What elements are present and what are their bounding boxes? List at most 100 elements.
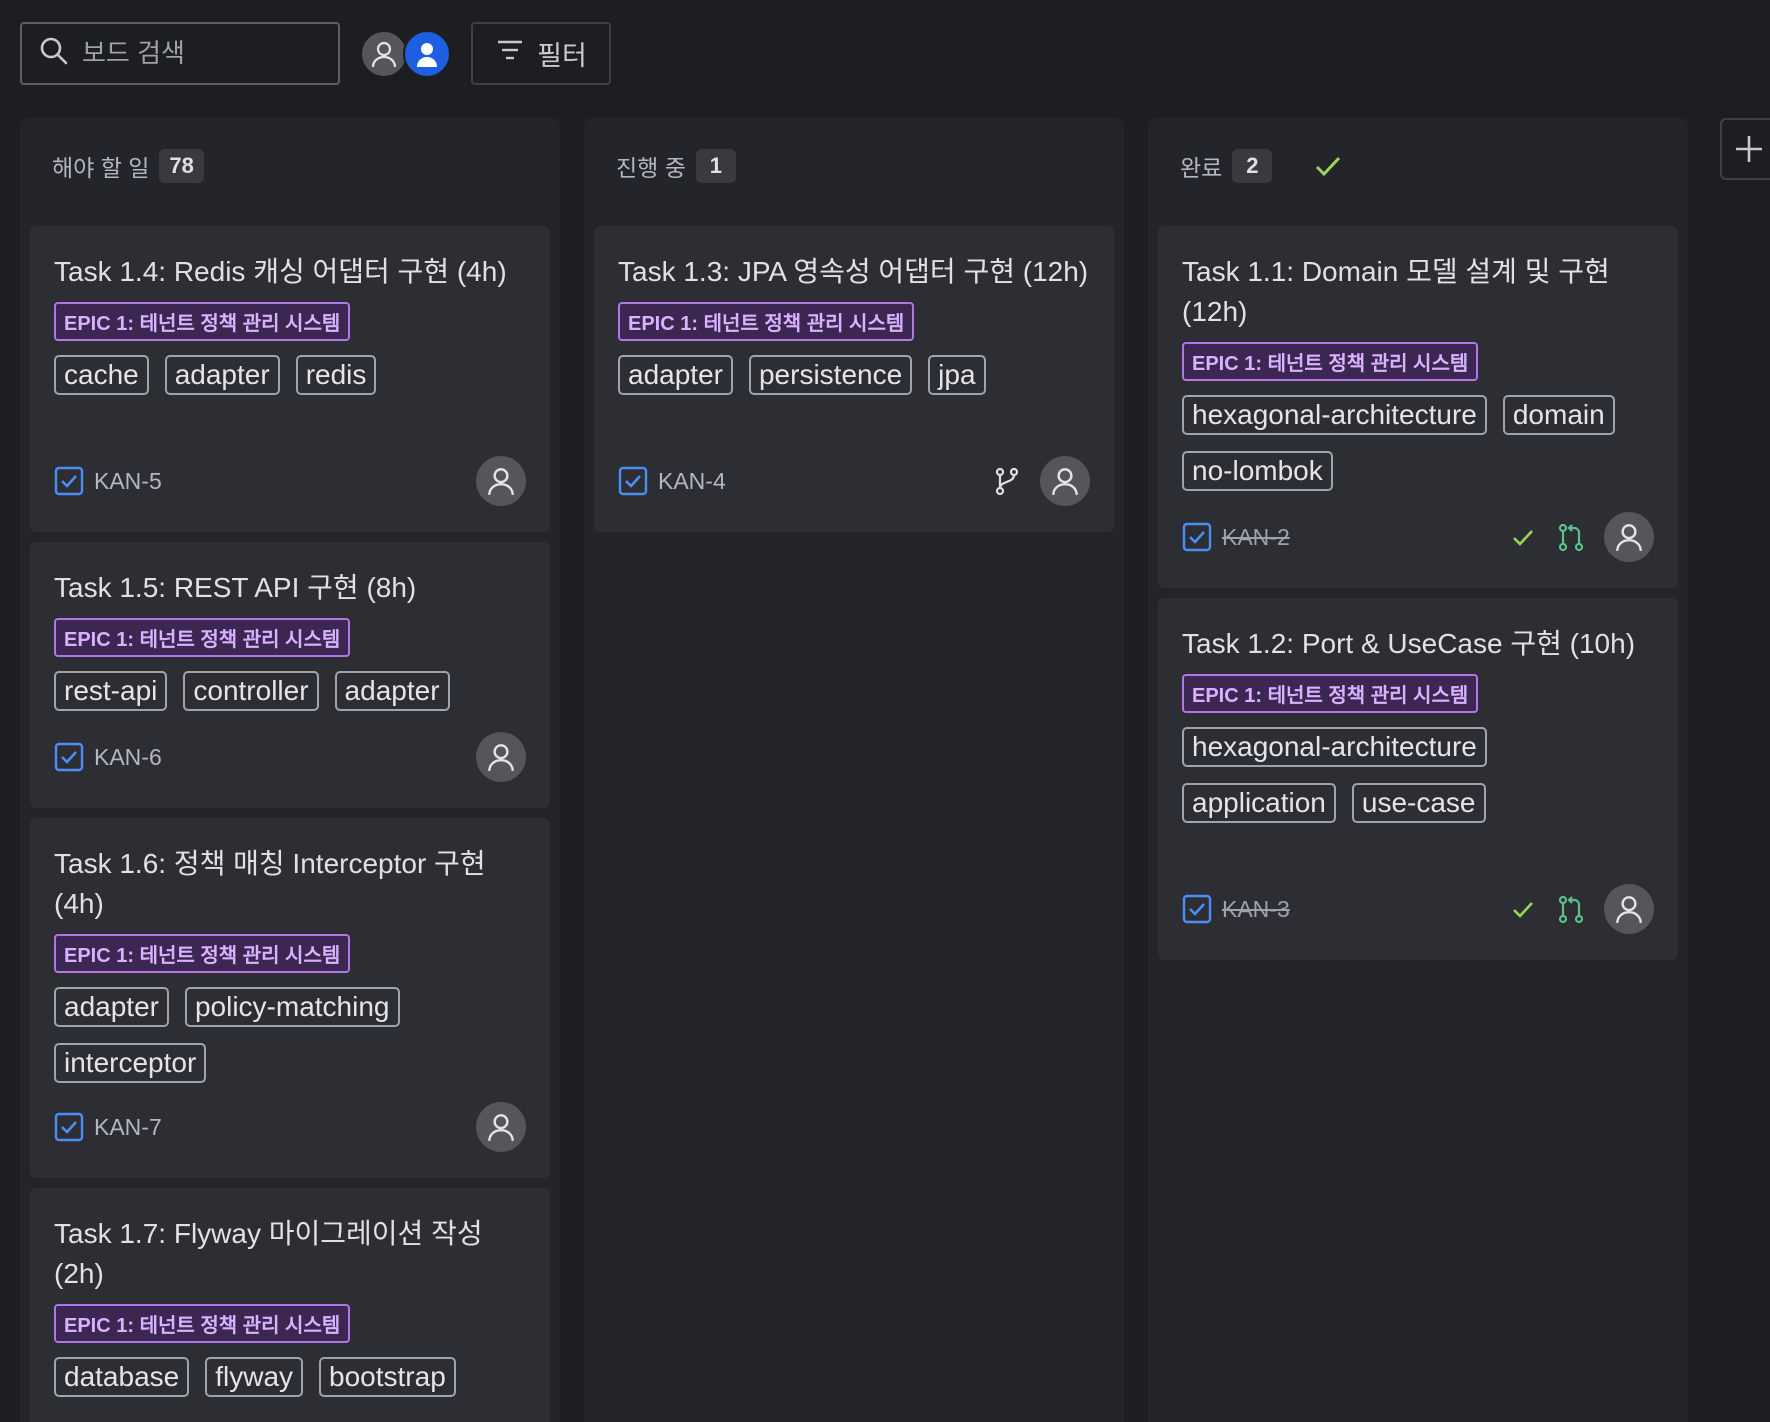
epic-badge[interactable]: EPIC 1: 테넌트 정책 관리 시스템: [1182, 342, 1479, 381]
user-icon: [1052, 468, 1078, 495]
done-check-icon: [1513, 530, 1533, 546]
avatar-unassigned[interactable]: [360, 29, 408, 78]
issue-key[interactable]: KAN-4: [658, 468, 726, 495]
epic-badge[interactable]: EPIC 1: 테넌트 정책 관리 시스템: [54, 618, 351, 657]
label-tag[interactable]: jpa: [928, 355, 986, 395]
label-list: database flyway bootstrap: [54, 1357, 526, 1397]
kanban-board: 필터 해야 할 일 78 Task 1.4: Redis 캐싱 어댑터 구현 (…: [0, 0, 1770, 1422]
label-tag[interactable]: interceptor: [54, 1043, 207, 1083]
card-title: Task 1.6: 정책 매칭 Interceptor 구현 (4h): [54, 848, 486, 919]
assignee-avatar[interactable]: [476, 1102, 526, 1152]
card-footer: KAN-3: [1182, 884, 1654, 934]
avatar-current-user[interactable]: [403, 29, 451, 78]
search-icon: [38, 35, 70, 72]
label-tag[interactable]: domain: [1502, 395, 1615, 435]
epic-badge[interactable]: EPIC 1: 테넌트 정책 관리 시스템: [54, 934, 351, 973]
epic-badge[interactable]: EPIC 1: 테넌트 정책 관리 시스템: [1182, 674, 1479, 713]
issue-card[interactable]: Task 1.2: Port & UseCase 구현 (10h) EPIC 1…: [1158, 598, 1678, 960]
card-footer: KAN-7: [54, 1102, 526, 1152]
card-footer: KAN-5: [54, 456, 526, 506]
issue-key[interactable]: KAN-7: [94, 1114, 162, 1141]
add-column-button[interactable]: [1720, 118, 1770, 180]
task-type-icon: [54, 466, 84, 496]
issue-card[interactable]: Task 1.5: REST API 구현 (8h) EPIC 1: 테넌트 정…: [30, 542, 550, 808]
pull-request-icon[interactable]: [1556, 522, 1586, 552]
label-tag[interactable]: database: [54, 1357, 190, 1397]
card-title: Task 1.2: Port & UseCase 구현 (10h): [1182, 628, 1636, 659]
filter-button[interactable]: 필터: [471, 22, 611, 85]
label-tag[interactable]: adapter: [334, 671, 450, 711]
plus-icon: [1736, 136, 1762, 162]
column-count: 1: [695, 149, 736, 183]
done-column-check-icon: [1316, 156, 1341, 177]
issue-card[interactable]: Task 1.1: Domain 모델 설계 및 구현 (12h) EPIC 1…: [1158, 226, 1678, 588]
search-input[interactable]: [82, 38, 322, 69]
issue-card[interactable]: Task 1.4: Redis 캐싱 어댑터 구현 (4h) EPIC 1: 테…: [30, 226, 550, 532]
user-icon: [371, 41, 397, 67]
label-tag[interactable]: persistence: [748, 355, 913, 395]
column-count: 2: [1232, 149, 1273, 183]
column-todo: 해야 할 일 78 Task 1.4: Redis 캐싱 어댑터 구현 (4h)…: [20, 118, 560, 1422]
epic-badge[interactable]: EPIC 1: 테넌트 정책 관리 시스템: [54, 1304, 351, 1343]
card-footer: KAN-6: [54, 732, 526, 782]
board-toolbar: 필터: [20, 22, 611, 85]
column-title: 진행 중: [616, 155, 686, 181]
issue-key[interactable]: KAN-3: [1222, 896, 1290, 923]
label-tag[interactable]: adapter: [618, 355, 733, 395]
label-tag[interactable]: policy-matching: [184, 987, 400, 1027]
label-tag[interactable]: no-lombok: [1182, 451, 1333, 491]
issue-card[interactable]: Task 1.7: Flyway 마이그레이션 작성 (2h) EPIC 1: …: [30, 1188, 550, 1422]
pull-request-icon[interactable]: [1556, 894, 1586, 924]
label-tag[interactable]: hexagonal-architecture: [1182, 395, 1487, 435]
branch-icon[interactable]: [992, 466, 1022, 496]
assignee-avatar[interactable]: [476, 456, 526, 506]
user-icon: [488, 744, 514, 771]
user-icon: [1616, 524, 1642, 551]
card-footer: KAN-2: [1182, 512, 1654, 562]
label-list: hexagonal-architecture domain no-lombok: [1182, 395, 1654, 491]
issue-card[interactable]: Task 1.3: JPA 영속성 어댑터 구현 (12h) EPIC 1: 테…: [594, 226, 1114, 532]
issue-key[interactable]: KAN-5: [94, 468, 162, 495]
board-search[interactable]: [20, 22, 340, 85]
assignee-avatar[interactable]: [1604, 884, 1654, 934]
column-done: 완료 2 Task 1.1: Domain 모델 설계 및 구현 (12h) E…: [1148, 118, 1688, 1422]
card-title: Task 1.7: Flyway 마이그레이션 작성 (2h): [54, 1218, 483, 1289]
task-type-icon: [1182, 894, 1212, 924]
label-tag[interactable]: cache: [54, 355, 149, 395]
assignee-avatar[interactable]: [1040, 456, 1090, 506]
user-icon: [1616, 896, 1642, 923]
label-tag[interactable]: rest-api: [54, 671, 168, 711]
column-title: 완료: [1180, 155, 1223, 181]
epic-badge[interactable]: EPIC 1: 테넌트 정책 관리 시스템: [618, 302, 915, 341]
column-in-progress: 진행 중 1 Task 1.3: JPA 영속성 어댑터 구현 (12h) EP…: [584, 118, 1124, 1422]
label-list: hexagonal-architecture application use-c…: [1182, 727, 1654, 823]
done-check-icon: [1513, 902, 1533, 918]
label-tag[interactable]: adapter: [164, 355, 280, 395]
card-title: Task 1.4: Redis 캐싱 어댑터 구현 (4h): [54, 256, 507, 287]
label-tag[interactable]: bootstrap: [319, 1357, 456, 1397]
user-icon: [488, 468, 514, 495]
issue-card[interactable]: Task 1.6: 정책 매칭 Interceptor 구현 (4h) EPIC…: [30, 818, 550, 1178]
label-tag[interactable]: flyway: [205, 1357, 304, 1397]
label-tag[interactable]: hexagonal-architecture: [1182, 727, 1487, 767]
filter-label: 필터: [537, 41, 587, 71]
label-list: rest-api controller adapter: [54, 671, 526, 711]
label-tag[interactable]: redis: [295, 355, 377, 395]
issue-key[interactable]: KAN-2: [1222, 524, 1290, 551]
label-list: adapter policy-matching interceptor: [54, 987, 526, 1083]
task-type-icon: [1182, 522, 1212, 552]
assignee-avatar[interactable]: [1604, 512, 1654, 562]
filter-icon: [495, 35, 525, 72]
task-type-icon: [54, 742, 84, 772]
column-header: 완료 2: [1180, 146, 1344, 186]
label-tag[interactable]: application: [1182, 783, 1336, 823]
label-list: cache adapter redis: [54, 355, 526, 395]
assignee-avatar[interactable]: [476, 732, 526, 782]
label-tag[interactable]: controller: [183, 671, 319, 711]
column-header: 해야 할 일 78: [52, 146, 204, 186]
epic-badge[interactable]: EPIC 1: 테넌트 정책 관리 시스템: [54, 302, 351, 341]
label-tag[interactable]: adapter: [54, 987, 169, 1027]
issue-key[interactable]: KAN-6: [94, 744, 162, 771]
label-tag[interactable]: use-case: [1351, 783, 1486, 823]
avatar-group: [360, 29, 451, 78]
